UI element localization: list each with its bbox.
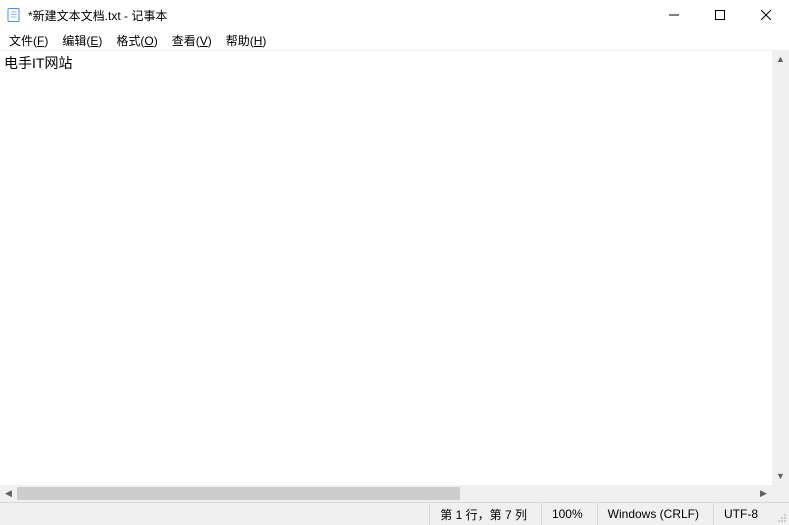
scroll-right-icon[interactable]: ▶ — [755, 485, 772, 502]
horizontal-scroll-thumb[interactable] — [17, 487, 460, 500]
menubar: 文件(F) 编辑(E) 格式(O) 查看(V) 帮助(H) — [0, 30, 789, 50]
status-line-ending: Windows (CRLF) — [597, 503, 713, 525]
menu-file[interactable]: 文件(F) — [2, 31, 55, 50]
status-position: 第 1 行，第 7 列 — [429, 503, 541, 525]
menu-view[interactable]: 查看(V) — [165, 31, 219, 50]
vertical-scroll-track[interactable] — [772, 68, 789, 468]
window-controls — [651, 0, 789, 30]
menu-edit[interactable]: 编辑(E) — [55, 31, 109, 50]
scroll-up-icon[interactable]: ▲ — [772, 51, 789, 68]
menu-help[interactable]: 帮助(H) — [219, 31, 274, 50]
notepad-icon — [6, 7, 22, 23]
horizontal-scroll-track[interactable] — [17, 485, 755, 502]
maximize-button[interactable] — [697, 0, 743, 30]
vertical-scrollbar[interactable]: ▲ ▼ — [772, 50, 789, 485]
horizontal-scrollbar[interactable]: ◀ ▶ — [0, 485, 789, 502]
status-zoom: 100% — [541, 503, 597, 525]
scroll-left-icon[interactable]: ◀ — [0, 485, 17, 502]
titlebar: *新建文本文档.txt - 记事本 — [0, 0, 789, 30]
menu-format[interactable]: 格式(O) — [109, 31, 164, 50]
status-encoding: UTF-8 — [713, 503, 772, 525]
statusbar: 第 1 行，第 7 列 100% Windows (CRLF) UTF-8 — [0, 502, 789, 525]
close-button[interactable] — [743, 0, 789, 30]
text-editor[interactable]: 电手IT网站 — [0, 50, 772, 485]
scroll-down-icon[interactable]: ▼ — [772, 468, 789, 485]
scroll-corner — [772, 485, 789, 502]
window-title: *新建文本文档.txt - 记事本 — [28, 7, 167, 24]
minimize-button[interactable] — [651, 0, 697, 30]
resize-grip-icon[interactable] — [772, 503, 789, 525]
